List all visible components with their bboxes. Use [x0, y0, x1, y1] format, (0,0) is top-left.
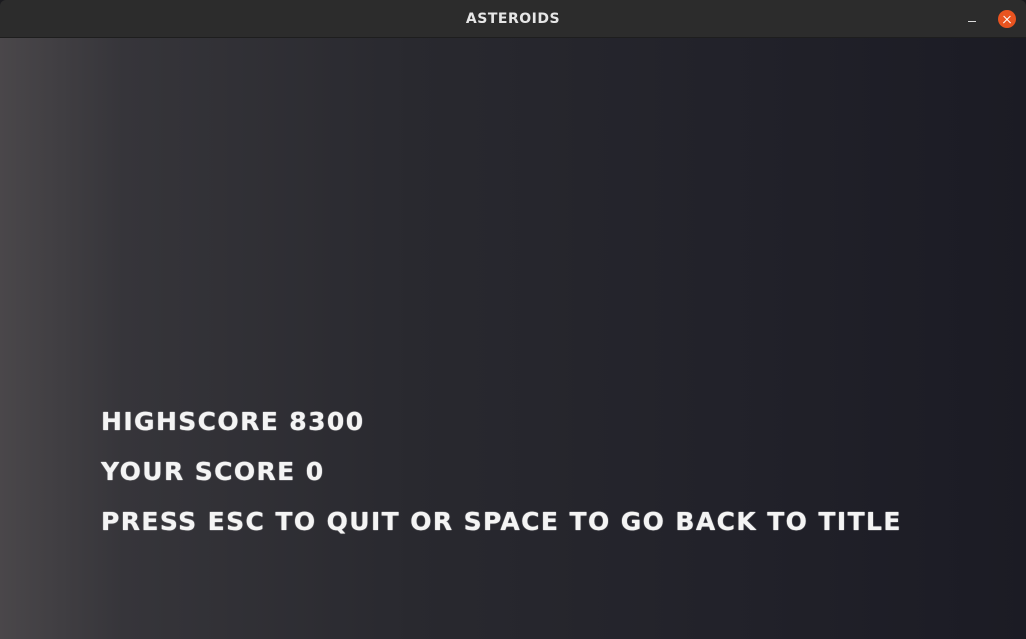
- window-title: ASTEROIDS: [465, 11, 561, 27]
- close-icon[interactable]: [998, 10, 1016, 28]
- highscore-text: HIGHSCORE 8300: [101, 407, 365, 436]
- instructions-text: PRESS ESC TO QUIT OR SPACE TO GO BACK TO…: [101, 507, 902, 536]
- your-score-text: YOUR SCORE 0: [101, 457, 325, 486]
- game-canvas[interactable]: HIGHSCORE 8300 YOUR SCORE 0 PRESS ESC TO…: [0, 38, 1026, 639]
- minimize-icon[interactable]: [961, 9, 983, 31]
- title-bar[interactable]: ASTEROIDS: [0, 0, 1026, 38]
- game-window: ASTEROIDS HIGHSCORE 8300 YOUR SCORE 0 PR…: [0, 0, 1026, 639]
